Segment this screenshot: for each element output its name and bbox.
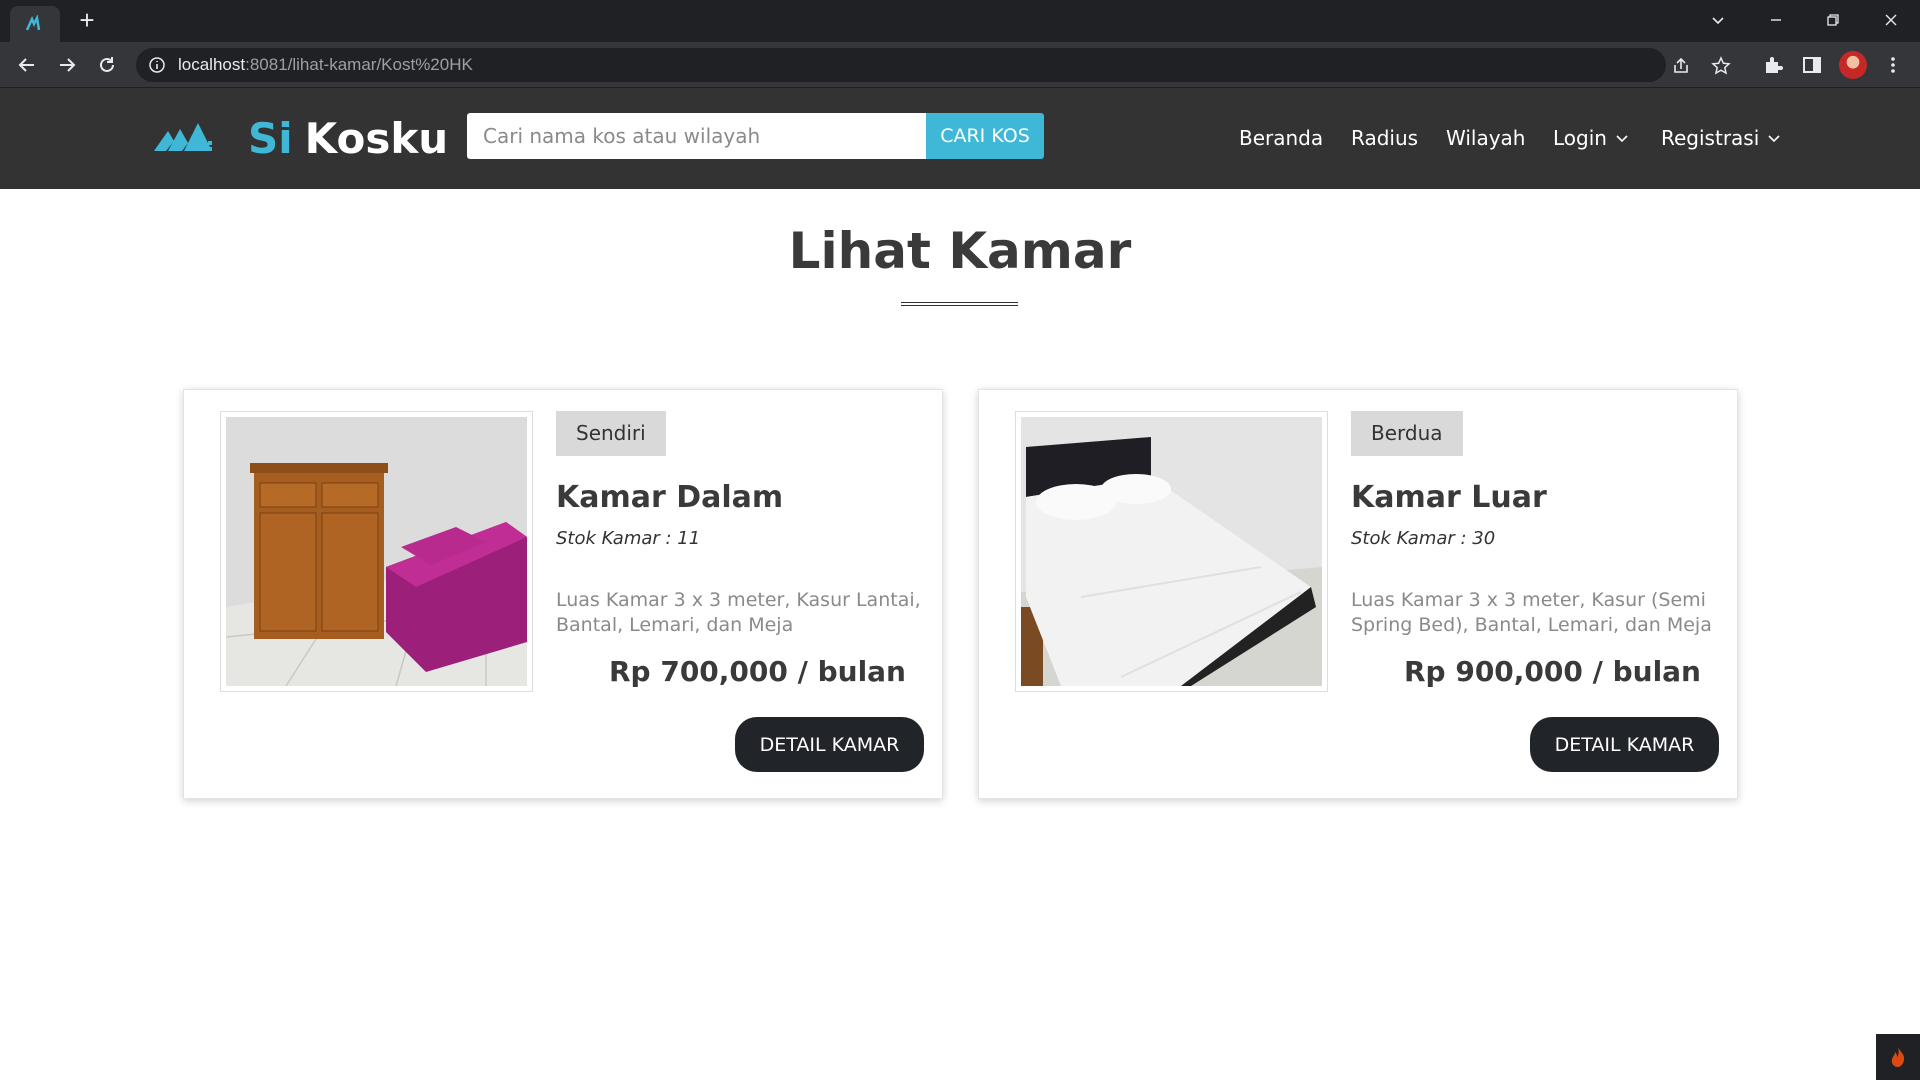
- nav-link-radius[interactable]: Radius: [1351, 123, 1418, 153]
- room-photo-image: [226, 417, 527, 686]
- tab-search-icon[interactable]: [1695, 4, 1741, 36]
- bookmark-star-icon[interactable]: [1710, 55, 1732, 77]
- brand-name-part1: Si: [248, 113, 293, 163]
- room-type-badge: Berdua: [1351, 411, 1463, 456]
- share-icon[interactable]: [1670, 55, 1692, 77]
- detail-kamar-button[interactable]: DETAIL KAMAR: [1530, 717, 1719, 772]
- nav-link-beranda[interactable]: Beranda: [1239, 123, 1323, 153]
- page-title: Lihat Kamar: [788, 222, 1132, 280]
- detail-kamar-button[interactable]: DETAIL KAMAR: [735, 717, 924, 772]
- url-text[interactable]: localhost:8081/lihat-kamar/Kost%20HK: [178, 48, 473, 82]
- back-icon[interactable]: [12, 50, 42, 80]
- close-window-icon[interactable]: [1868, 4, 1914, 36]
- url-host: localhost: [178, 55, 246, 74]
- room-description: Luas Kamar 3 x 3 meter, Kasur Lantai, Ba…: [556, 589, 921, 636]
- room-stock: Stok Kamar : 30: [1351, 528, 1496, 549]
- nav-link-wilayah[interactable]: Wilayah: [1446, 123, 1525, 153]
- room-price: Rp 900,000 / bulan: [1403, 655, 1701, 688]
- minimize-icon[interactable]: [1753, 4, 1799, 36]
- nav-label: Login: [1553, 126, 1607, 150]
- extensions-icon[interactable]: [1760, 52, 1786, 78]
- room-type-badge: Sendiri: [556, 411, 666, 456]
- search-input[interactable]: [467, 113, 926, 159]
- flame-icon: [1891, 1047, 1905, 1067]
- site-info-icon[interactable]: [148, 56, 166, 74]
- url-path: :8081/lihat-kamar/Kost%20HK: [245, 55, 473, 74]
- room-name: Kamar Dalam: [556, 480, 784, 515]
- brand-name-part2: Kosku: [304, 113, 449, 163]
- side-panel-icon[interactable]: [1799, 52, 1825, 78]
- room-photo: [220, 411, 533, 692]
- room-card: Sendiri Kamar Dalam Stok Kamar : 11 Luas…: [183, 389, 943, 799]
- browser-menu-icon[interactable]: [1880, 52, 1906, 78]
- search-button[interactable]: CARI KOS: [926, 113, 1044, 159]
- chevron-down-icon: [1616, 135, 1628, 143]
- nav-label: Beranda: [1239, 126, 1324, 150]
- room-stock: Stok Kamar : 11: [556, 528, 701, 549]
- browser-toolbar: localhost:8081/lihat-kamar/Kost%20HK: [0, 42, 1920, 88]
- chevron-down-icon: [1768, 135, 1780, 143]
- nav-label: Wilayah: [1446, 126, 1526, 150]
- brand-logo[interactable]: Si Kosku: [154, 108, 448, 168]
- nav-label: Radius: [1351, 126, 1419, 150]
- site-navbar: Si Kosku CARI KOS Beranda Radius Wilayah…: [0, 88, 1920, 189]
- room-photo-image: [1021, 417, 1322, 686]
- new-tab-icon[interactable]: +: [74, 7, 100, 34]
- browser-tab-bar: +: [0, 0, 1920, 42]
- browser-tab[interactable]: [10, 6, 60, 42]
- logo-mark-icon: [154, 123, 212, 151]
- profile-avatar[interactable]: [1839, 51, 1867, 79]
- room-price: Rp 700,000 / bulan: [608, 655, 906, 688]
- room-card: Berdua Kamar Luar Stok Kamar : 30 Luas K…: [978, 389, 1738, 799]
- address-bar[interactable]: localhost:8081/lihat-kamar/Kost%20HK: [136, 48, 1731, 82]
- room-name: Kamar Luar: [1351, 480, 1547, 515]
- room-photo: [1015, 411, 1328, 692]
- title-divider: [901, 302, 1018, 306]
- nav-label: Registrasi: [1661, 126, 1760, 150]
- debug-toolbar-toggle[interactable]: [1876, 1034, 1920, 1080]
- site-favicon-icon: [25, 15, 41, 31]
- nav-dropdown-registrasi[interactable]: Registrasi: [1661, 123, 1781, 153]
- restore-icon[interactable]: [1810, 4, 1856, 36]
- forward-icon[interactable]: [52, 50, 82, 80]
- nav-dropdown-login[interactable]: Login: [1553, 123, 1629, 153]
- reload-icon[interactable]: [92, 50, 122, 80]
- room-description: Luas Kamar 3 x 3 meter, Kasur (Semi Spri…: [1351, 589, 1712, 636]
